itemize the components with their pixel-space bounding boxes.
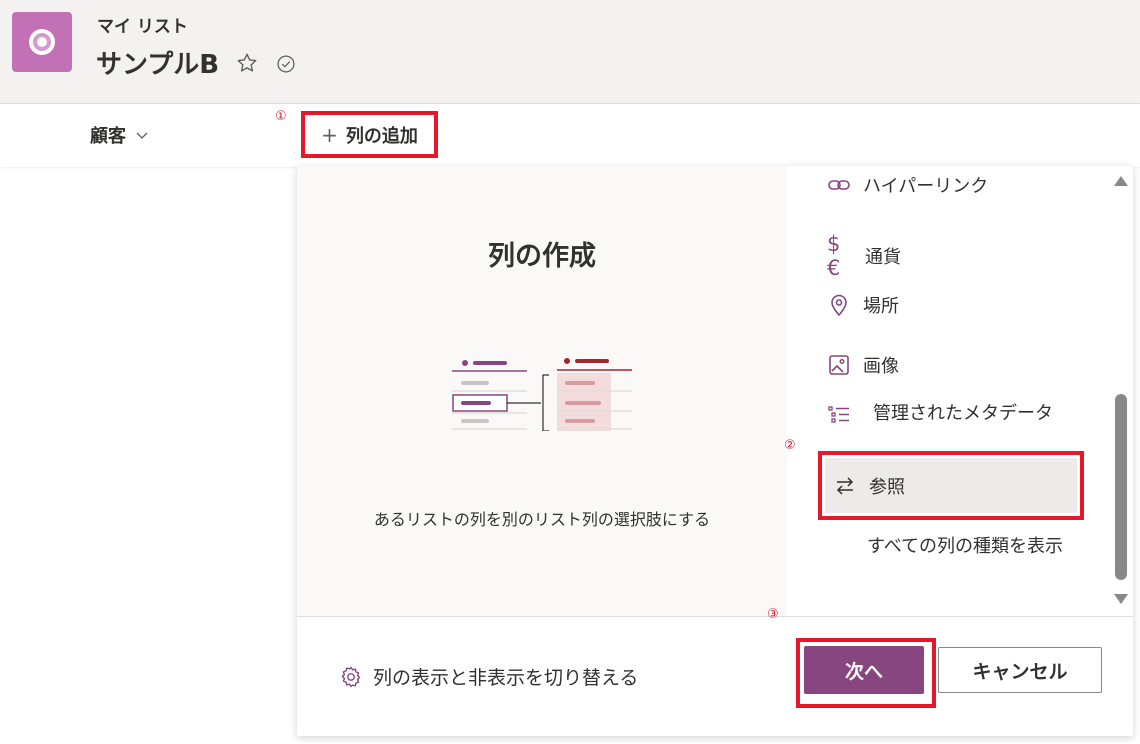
add-column-label: 列の追加 (345, 125, 418, 147)
column-type-label: 場所 (863, 296, 899, 317)
chevron-down-icon (136, 132, 148, 139)
type-description: あるリストの列を別のリスト列の選択肢にする (373, 510, 711, 529)
gear-icon (341, 666, 361, 687)
site-name[interactable]: マイ リスト (97, 12, 188, 37)
create-column-panel: 列の作成 あるリストの列を別のリスト列の選択肢にする ハイパーリンク $€ 通貨… (297, 166, 1133, 736)
list-toolbar: 顧客 ① + 列の追加 (0, 103, 1140, 167)
column-type-label: 画像 (863, 356, 899, 377)
cancel-button[interactable]: キャンセル (938, 647, 1102, 693)
footer-divider (297, 616, 1133, 617)
plus-icon: + (321, 122, 338, 147)
check-circle-icon[interactable] (276, 54, 296, 74)
panel-preview: 列の作成 あるリストの列を別のリスト列の選択肢にする (297, 166, 787, 616)
lookup-illustration (452, 358, 632, 431)
column-type-label: 参照 (869, 476, 905, 498)
selected-row-background: 参照 (825, 458, 1077, 513)
column-type-location[interactable]: 場所 (827, 292, 899, 318)
add-column-button[interactable]: + 列の追加 (301, 111, 438, 158)
panel-title: 列の作成 (488, 241, 596, 272)
location-icon (831, 294, 847, 317)
column-header-customer[interactable]: 顧客 (90, 122, 150, 148)
column-type-hyperlink[interactable]: ハイパーリンク (827, 172, 988, 198)
currency-icon: $€ (827, 232, 841, 280)
column-type-managed-metadata[interactable]: 管理されたメタデータ (827, 402, 1063, 426)
step-marker-3: ③ (767, 607, 779, 622)
next-button-highlight: 次へ (796, 638, 936, 708)
toggle-columns-label: 列の表示と非表示を切り替える (373, 667, 639, 689)
column-type-label: 通貨 (865, 247, 901, 268)
toggle-columns-link[interactable]: 列の表示と非表示を切り替える (339, 663, 638, 690)
column-type-currency[interactable]: $€ 通貨 (827, 232, 901, 280)
next-button[interactable]: 次へ (804, 646, 924, 694)
step-marker-1: ① (275, 109, 287, 124)
scroll-up-arrow-icon[interactable] (1114, 176, 1128, 186)
scroll-thumb[interactable] (1115, 394, 1127, 580)
column-type-lookup[interactable]: 参照 (818, 451, 1084, 520)
image-icon (829, 355, 849, 375)
scroll-down-arrow-icon[interactable] (1114, 594, 1128, 604)
show-all-types-link[interactable]: すべての列の種類を表示 (865, 536, 1065, 558)
list-title: サンプルB (96, 50, 220, 80)
column-type-list: ハイパーリンク $€ 通貨 場所 画像 管理されたメタデータ ② 参照 すべての… (784, 166, 1117, 616)
column-type-label: 管理されたメタデータ (873, 403, 1053, 424)
site-logo[interactable] (12, 12, 72, 72)
column-type-label: ハイパーリンク (863, 176, 989, 197)
metadata-icon (828, 406, 849, 423)
lookup-icon (836, 476, 854, 495)
star-icon[interactable] (236, 52, 258, 74)
column-type-image[interactable]: 画像 (827, 352, 899, 378)
scrollbar[interactable] (1113, 166, 1129, 616)
site-header: マイ リスト サンプルB (0, 0, 1140, 103)
step-marker-2: ② (784, 438, 796, 453)
column-header-label: 顧客 (90, 126, 126, 147)
link-icon (828, 180, 850, 190)
